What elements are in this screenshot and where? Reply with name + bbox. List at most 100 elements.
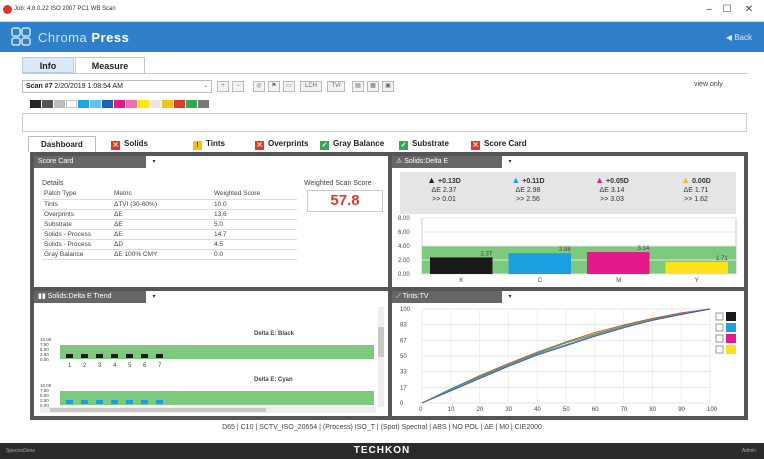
save-icon[interactable]: ▣ [382,81,394,92]
scrollbar-thumb[interactable] [50,408,266,412]
check-icon: ✓ [320,141,329,150]
y-tick-label: 50 [400,354,407,360]
table-cell: ΔE [112,209,212,220]
view-only-label: view only [694,81,723,88]
tab-label: Substrate [412,139,449,148]
minimize-button[interactable]: – [700,4,718,16]
delta-e: ΔE 2.37 [431,187,457,194]
tab-substrate[interactable]: ✓ Substrate [399,136,449,152]
export-icon[interactable]: ▤ [352,81,364,92]
maximize-button[interactable]: ☐ [718,4,736,16]
x-tick-label: 80 [649,407,656,413]
target-icon[interactable]: ◎ [253,81,265,92]
panel-menu-icon[interactable]: ▾ [504,156,516,168]
weighted-score-label: Weighted Scan Score [304,180,372,187]
solids-delta-e-panel: ⚠ Solids:Delta E ▾ ▲ +0.13D ΔE 2.37 >> 0.0… [392,156,744,287]
y-tick-label: 0 [400,401,404,407]
trend-point [111,400,118,404]
tab-overprints[interactable]: ✕ Overprints [255,136,308,152]
x-tick-label: 60 [592,407,599,413]
print-icon[interactable]: ▦ [367,81,379,92]
tab-dashboard[interactable]: Dashboard [28,136,96,152]
footer-user-label[interactable]: Admin [742,448,756,454]
tab-solids[interactable]: ✕ Solids [111,136,148,152]
legend-checkbox[interactable] [715,312,724,321]
delta-sub: >> 2.56 [516,196,540,203]
legend-swatch [726,334,736,343]
score-card-header: Score Card ▾ [34,156,160,168]
details-label: Details [42,180,64,187]
trend-header: ▮▮ Solids:Delta E Trend ▾ [34,291,160,303]
add-scan-icon[interactable]: + [217,81,229,92]
legend-swatch [726,345,736,354]
color-swatch [138,100,149,108]
table-row: Tints ΔTVI (30-60%) 10.0 [42,199,297,210]
ink-summary-k: ▲ +0.13D ΔE 2.37 >> 0.01 [409,176,479,204]
lch-button[interactable]: LCH [300,81,322,92]
chromapress-logo-icon [11,27,31,46]
table-cell: Gray Balance [42,249,112,260]
table-row: Solids - Process ΔE 14.7 [42,229,297,240]
panel-menu-icon[interactable]: ▾ [504,291,516,303]
delta-e: ΔE 2.98 [515,187,541,194]
scan-select[interactable]: Scan #7 2/20/2019 1:08:54 AM ⌄ [22,80,212,93]
trend-point [96,354,103,358]
table-cell: ΔD [112,239,212,250]
legend-checkbox[interactable] [715,334,724,343]
panel-menu-icon[interactable]: ▾ [148,156,160,168]
color-swatch [66,100,77,108]
table-cell: Tints [42,199,112,210]
data-label: 1.71 [716,256,728,262]
back-arrow-icon: ◀ [725,33,732,42]
panel-menu-icon[interactable]: ▾ [148,291,160,303]
notes-field[interactable] [22,113,747,132]
legend-checkbox[interactable] [715,345,724,354]
table-row: Overprints ΔE 13.6 [42,209,297,220]
table-cell: Metric [112,189,212,200]
table-cell: Solids - Process [42,239,112,250]
y-tick-label: 100 [400,307,411,313]
chevron-down-icon: ⌄ [202,83,208,89]
dashboard-area: Score Card ▾ Details Patch Type Metric Wei… [30,152,748,420]
color-swatch [186,100,197,108]
error-icon: ✕ [255,141,264,150]
table-cell: 0.0 [212,249,297,260]
delta-e: ΔE 1.71 [683,187,709,194]
table-cell: 5.0 [212,219,297,230]
score-table: Patch Type Metric Weighted Score Tints ΔTVI … [42,189,297,260]
remove-scan-icon[interactable]: − [232,81,244,92]
tab-label: Gray Balance [333,139,385,148]
tab-label: Dashboard [41,140,83,149]
delta-e-trend-chart: Delta E: Black10.007.505.002.500.001 2 3 4 5… [40,307,384,413]
scrollbar-thumb[interactable] [378,327,384,357]
x-tick-label: Y [695,278,699,284]
close-button[interactable]: ✕ [740,4,758,16]
tab-measure[interactable]: Measure [75,57,145,73]
delta-d: ▲ +0.05D [595,175,629,186]
window-icon[interactable]: ▭ [283,81,295,92]
back-button[interactable]: ◀ Back [726,33,752,42]
x-tick-label: 1 [68,363,72,369]
legend-checkbox[interactable] [715,323,724,332]
table-cell: 4.5 [212,239,297,250]
bar-m [587,252,650,274]
tab-score-card[interactable]: ✕ Score Card [471,136,527,152]
flag-icon[interactable]: ⚑ [268,81,280,92]
table-cell: ΔE [112,229,212,240]
tab-info[interactable]: Info [22,57,74,73]
window-title: Job: 4.8.0.22 ISO 2007 PC1 WB Scan [14,6,116,12]
tab-gray-balance[interactable]: ✓ Gray Balance [320,136,384,152]
color-swatch [102,100,113,108]
table-row: Solids - Process ΔD 4.5 [42,239,297,250]
x-tick-label: 5 [128,363,132,369]
x-tick-label: 6 [143,363,147,369]
delta-sub: >> 3.03 [600,196,624,203]
tvi-button[interactable]: TVI [327,81,345,92]
tab-tints[interactable]: ! Tints [193,136,225,152]
y-tick-label: 4.00 [398,244,410,250]
y-tick-label: 2.00 [398,258,410,264]
trend-point [156,400,163,404]
table-header-row: Patch Type Metric Weighted Score [42,189,297,200]
app-header: Chroma Press ◀ Back [0,22,764,52]
delta-d: ▲ +0.11D [511,175,545,186]
